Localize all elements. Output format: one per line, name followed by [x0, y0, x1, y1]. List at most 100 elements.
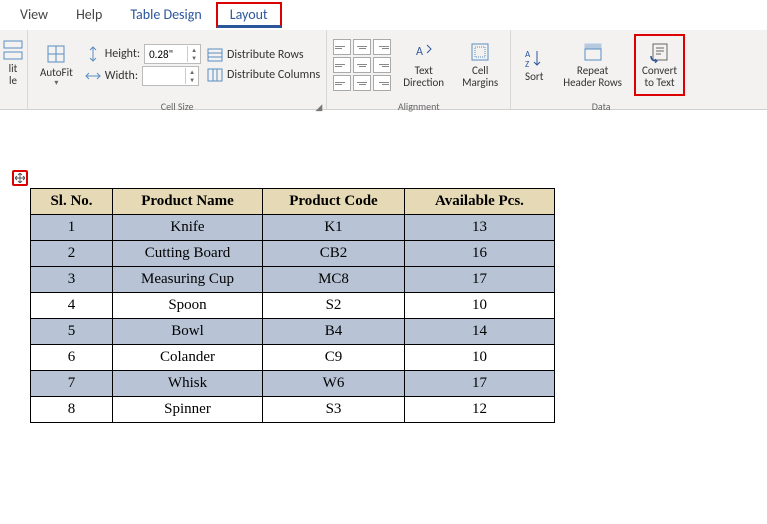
- table-row[interactable]: 3Measuring CupMC817: [31, 267, 555, 293]
- menu-table-design[interactable]: Table Design: [116, 2, 215, 27]
- table-cell[interactable]: 10: [405, 293, 555, 319]
- width-down[interactable]: ▼: [186, 76, 198, 84]
- menu-layout[interactable]: Layout: [216, 2, 282, 28]
- table-row[interactable]: 7WhiskW617: [31, 371, 555, 397]
- sort-button[interactable]: AZ Sort: [517, 34, 551, 96]
- distribute-cols-icon: [207, 67, 223, 83]
- cell-margins-button[interactable]: Cell Margins: [456, 34, 504, 96]
- menu-bar: View Help Table Design Layout: [0, 0, 767, 30]
- align-mc[interactable]: [353, 57, 371, 73]
- width-spinner[interactable]: ▲▼: [142, 66, 199, 86]
- table-cell[interactable]: 10: [405, 345, 555, 371]
- distribute-cols-button[interactable]: Distribute Columns: [207, 67, 320, 83]
- table-cell[interactable]: S3: [263, 397, 405, 423]
- table-cell[interactable]: 2: [31, 241, 113, 267]
- height-spinner[interactable]: ▲▼: [144, 44, 201, 64]
- width-up[interactable]: ▲: [186, 68, 198, 76]
- table-cell[interactable]: B4: [263, 319, 405, 345]
- cell-marg-l2: Margins: [462, 77, 498, 89]
- repeat-header-button[interactable]: Repeat Header Rows: [557, 34, 628, 96]
- align-bc[interactable]: [353, 75, 371, 91]
- col-width-icon: [85, 68, 101, 84]
- table-cell[interactable]: K1: [263, 215, 405, 241]
- table-cell[interactable]: 7: [31, 371, 113, 397]
- table-cell[interactable]: 8: [31, 397, 113, 423]
- table-cell[interactable]: Whisk: [113, 371, 263, 397]
- svg-text:A: A: [416, 45, 423, 59]
- table-cell[interactable]: MC8: [263, 267, 405, 293]
- cell-size-inputs: Height: ▲▼ Width: ▲▼: [85, 44, 201, 86]
- align-bl[interactable]: [333, 75, 351, 91]
- menu-view[interactable]: View: [6, 2, 62, 27]
- text-direction-icon: A: [413, 41, 435, 63]
- table-cell[interactable]: 17: [405, 267, 555, 293]
- table-cell[interactable]: 6: [31, 345, 113, 371]
- table-cell[interactable]: CB2: [263, 241, 405, 267]
- table-cell[interactable]: 17: [405, 371, 555, 397]
- split-table-button[interactable]: lit le: [2, 32, 24, 94]
- table-cell[interactable]: C9: [263, 345, 405, 371]
- group-data: AZ Sort Repeat Header Rows Convert to Te…: [511, 30, 691, 109]
- height-down[interactable]: ▼: [188, 54, 200, 62]
- autofit-button[interactable]: AutoFit ▾: [34, 34, 79, 96]
- height-input[interactable]: [145, 48, 187, 61]
- group-split: lit le: [0, 30, 28, 109]
- th-sl[interactable]: Sl. No.: [31, 189, 113, 215]
- convert-l2: to Text: [645, 77, 675, 89]
- table-cell[interactable]: 12: [405, 397, 555, 423]
- width-input[interactable]: [143, 70, 185, 83]
- th-code[interactable]: Product Code: [263, 189, 405, 215]
- table-row[interactable]: 4SpoonS210: [31, 293, 555, 319]
- convert-to-text-button[interactable]: Convert to Text: [634, 34, 685, 96]
- dist-cols-label: Distribute Columns: [227, 68, 320, 82]
- split-lbl2: le: [9, 75, 17, 87]
- text-dir-l2: Direction: [403, 77, 444, 89]
- align-ml[interactable]: [333, 57, 351, 73]
- text-direction-button[interactable]: A Text Direction: [397, 34, 450, 96]
- table-row[interactable]: 2Cutting BoardCB216: [31, 241, 555, 267]
- table-cell[interactable]: 4: [31, 293, 113, 319]
- table-row[interactable]: 6ColanderC910: [31, 345, 555, 371]
- align-tc[interactable]: [353, 39, 371, 55]
- table-cell[interactable]: 3: [31, 267, 113, 293]
- table-cell[interactable]: 14: [405, 319, 555, 345]
- menu-help[interactable]: Help: [62, 2, 116, 27]
- table-cell[interactable]: Spoon: [113, 293, 263, 319]
- width-label: Width:: [105, 69, 138, 83]
- table-cell[interactable]: Knife: [113, 215, 263, 241]
- table-cell[interactable]: 1: [31, 215, 113, 241]
- distribute-rows-button[interactable]: Distribute Rows: [207, 47, 320, 63]
- table-cell[interactable]: Bowl: [113, 319, 263, 345]
- align-br[interactable]: [373, 75, 391, 91]
- align-mr[interactable]: [373, 57, 391, 73]
- table-cell[interactable]: W6: [263, 371, 405, 397]
- autofit-icon: [45, 43, 67, 65]
- sort-label: Sort: [525, 71, 543, 83]
- table-header-row[interactable]: Sl. No. Product Name Product Code Availa…: [31, 189, 555, 215]
- table-row[interactable]: 5BowlB414: [31, 319, 555, 345]
- table-cell[interactable]: Spinner: [113, 397, 263, 423]
- table-cell[interactable]: 5: [31, 319, 113, 345]
- convert-to-text-icon: [649, 41, 671, 63]
- table-cell[interactable]: Colander: [113, 345, 263, 371]
- th-pcs[interactable]: Available Pcs.: [405, 189, 555, 215]
- table-row[interactable]: 8SpinnerS312: [31, 397, 555, 423]
- align-tr[interactable]: [373, 39, 391, 55]
- table-cell[interactable]: 16: [405, 241, 555, 267]
- document-area: Sl. No. Product Name Product Code Availa…: [0, 110, 767, 423]
- table-move-handle[interactable]: [12, 170, 28, 186]
- table-cell[interactable]: Measuring Cup: [113, 267, 263, 293]
- height-up[interactable]: ▲: [188, 46, 200, 54]
- table-cell[interactable]: Cutting Board: [113, 241, 263, 267]
- dist-rows-label: Distribute Rows: [227, 48, 304, 62]
- product-table[interactable]: Sl. No. Product Name Product Code Availa…: [30, 188, 555, 423]
- th-name[interactable]: Product Name: [113, 189, 263, 215]
- align-tl[interactable]: [333, 39, 351, 55]
- svg-text:Z: Z: [525, 59, 529, 69]
- repeat-l2: Header Rows: [563, 77, 622, 89]
- group-cell-size: AutoFit ▾ Height: ▲▼ Width:: [28, 30, 327, 109]
- table-cell[interactable]: S2: [263, 293, 405, 319]
- table-row[interactable]: 1KnifeK113: [31, 215, 555, 241]
- table-cell[interactable]: 13: [405, 215, 555, 241]
- height-label: Height:: [105, 47, 140, 61]
